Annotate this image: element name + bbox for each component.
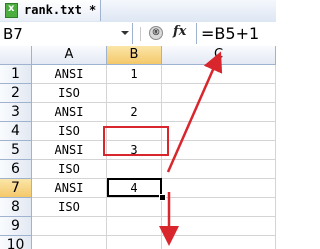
row-header-5[interactable]: 5 xyxy=(0,141,32,160)
name-box-value: B7 xyxy=(3,25,23,43)
cell-c8[interactable] xyxy=(162,198,276,217)
title-bar: rank.txt * xyxy=(0,0,276,23)
cell-b8[interactable] xyxy=(107,198,162,217)
formula-bar-separator xyxy=(140,27,141,41)
cell-c4[interactable] xyxy=(162,122,276,141)
cell-b6[interactable] xyxy=(107,160,162,179)
cell-b7[interactable]: 4 xyxy=(107,179,162,198)
cell-c7[interactable] xyxy=(162,179,276,198)
cell-b4[interactable] xyxy=(107,122,162,141)
cell-a5[interactable]: ANSI xyxy=(32,141,107,160)
fill-handle[interactable] xyxy=(159,194,166,201)
cell-c2[interactable] xyxy=(162,84,276,103)
document-tab[interactable]: rank.txt * xyxy=(0,0,101,21)
formula-text: =B5+1 xyxy=(201,24,260,43)
cell-c5[interactable] xyxy=(162,141,276,160)
cell-b5[interactable]: 3 xyxy=(107,141,162,160)
cell-a9[interactable] xyxy=(32,217,107,236)
spreadsheet-window: rank.txt * B7 ® fx =B5+1 A B C 1ANSI12IS… xyxy=(0,0,276,249)
row-header-9[interactable]: 9 xyxy=(0,217,32,236)
cell-c3[interactable] xyxy=(162,103,276,122)
row-header-6[interactable]: 6 xyxy=(0,160,32,179)
cell-b2[interactable] xyxy=(107,84,162,103)
cell-a4[interactable]: ISO xyxy=(32,122,107,141)
cell-b10[interactable] xyxy=(107,236,162,249)
row-header-2[interactable]: 2 xyxy=(0,84,32,103)
cell-a8[interactable]: ISO xyxy=(32,198,107,217)
cell-a1[interactable]: ANSI xyxy=(32,65,107,84)
cell-c9[interactable] xyxy=(162,217,276,236)
chevron-down-icon[interactable] xyxy=(121,31,129,35)
worksheet-grid: A B C 1 ANSI 1 2 ISO 3 ANSI 2 4 ISO 5 ANSI 3 6 ISO 7 ANS… xyxy=(0,46,276,249)
cell-b1[interactable]: 1 xyxy=(107,65,162,84)
cell-c10[interactable] xyxy=(162,236,276,249)
row-header-10[interactable]: 10 xyxy=(0,236,32,249)
cell-a2[interactable]: ISO xyxy=(32,84,107,103)
row-header-8[interactable]: 8 xyxy=(0,198,32,217)
cell-a7[interactable]: ANSI xyxy=(32,179,107,198)
cell-a6[interactable]: ISO xyxy=(32,160,107,179)
cell-b3[interactable]: 2 xyxy=(107,103,162,122)
tab-title: rank.txt * xyxy=(24,3,97,17)
row-header-1[interactable]: 1 xyxy=(0,65,32,84)
cell-a3[interactable]: ANSI xyxy=(32,103,107,122)
formula-bar: B7 ® fx =B5+1 xyxy=(0,22,276,47)
cell-c1[interactable] xyxy=(162,65,276,84)
column-header-a[interactable]: A xyxy=(32,46,107,65)
formula-input[interactable]: =B5+1 xyxy=(196,23,276,44)
cancel-formula-icon[interactable]: ® xyxy=(149,26,163,40)
column-header-c[interactable]: C xyxy=(162,46,276,65)
excel-file-icon xyxy=(5,3,18,18)
insert-function-button[interactable]: fx xyxy=(173,24,186,39)
cell-b9[interactable] xyxy=(107,217,162,236)
cell-c6[interactable] xyxy=(162,160,276,179)
select-all-corner[interactable] xyxy=(0,46,32,65)
row-header-7[interactable]: 7 xyxy=(0,179,32,198)
row-header-3[interactable]: 3 xyxy=(0,103,32,122)
row-header-4[interactable]: 4 xyxy=(0,122,32,141)
cell-a10[interactable] xyxy=(32,236,107,249)
name-box[interactable]: B7 xyxy=(0,23,133,44)
column-header-b[interactable]: B xyxy=(107,46,162,65)
